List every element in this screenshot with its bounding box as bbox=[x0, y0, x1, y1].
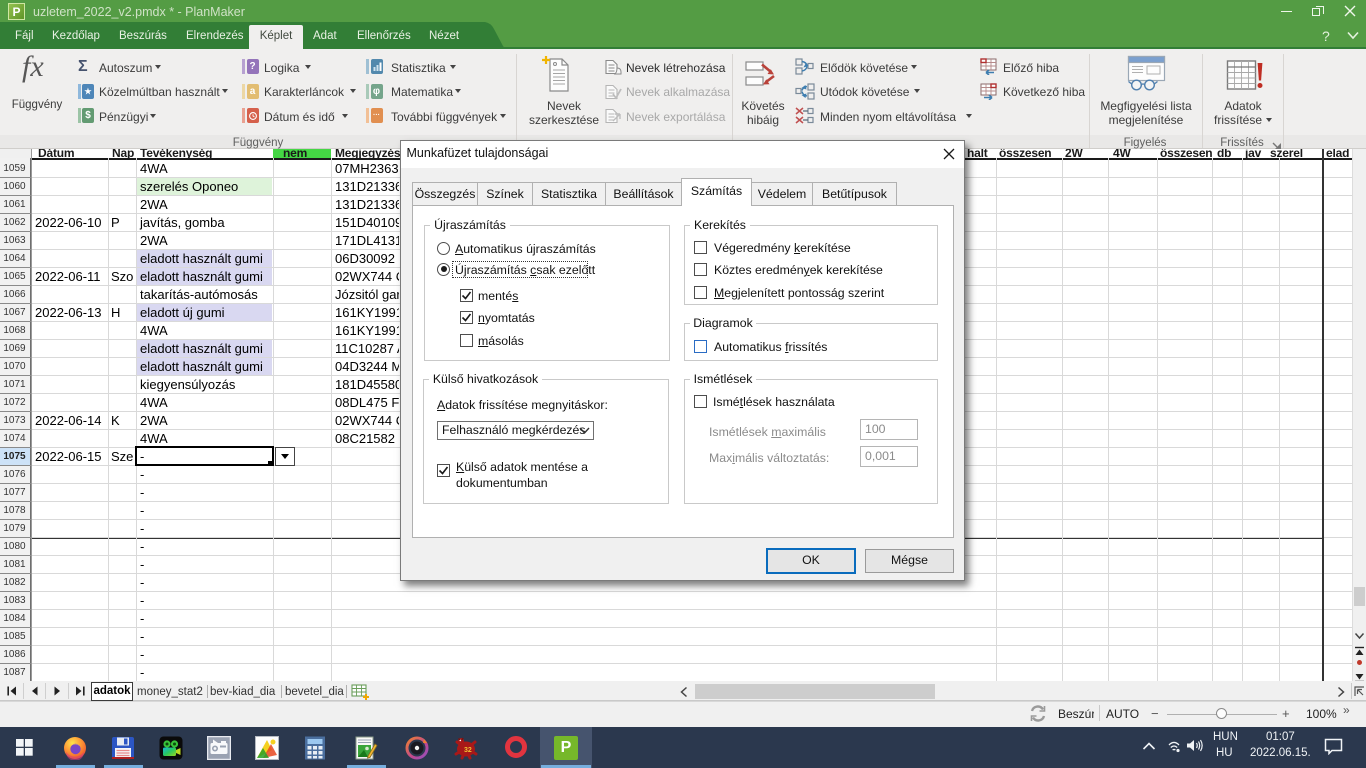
svg-text:32: 32 bbox=[464, 747, 472, 754]
